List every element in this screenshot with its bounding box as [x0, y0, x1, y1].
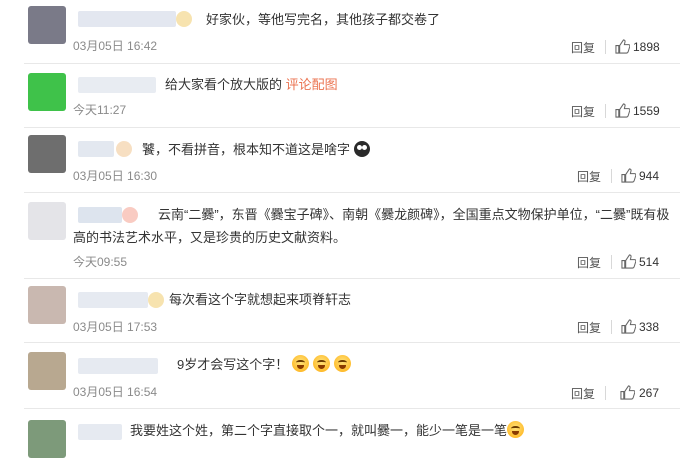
like-count: 514: [639, 255, 660, 269]
reply-button[interactable]: 回复: [577, 254, 601, 271]
laugh-cry-emoji-icon: [312, 355, 330, 372]
like-icon[interactable]: [621, 168, 636, 183]
comment-text: 9岁才会写这个字！: [177, 353, 355, 377]
avatar[interactable]: [28, 286, 66, 324]
avatar[interactable]: [28, 420, 66, 458]
comment-text-main: 9岁才会写这个字！: [177, 357, 289, 372]
laugh-cry-emoji-icon: [291, 355, 309, 372]
avatar[interactable]: [28, 352, 66, 390]
divider: [24, 278, 680, 279]
like-count: 267: [639, 386, 660, 400]
comment-text-line2: 高的书法艺术水平，又是珍贵的历史文献资料。: [73, 230, 347, 245]
comment-time: 03月05日 16:30: [73, 169, 158, 183]
comment-time: 今天11:27: [73, 103, 127, 117]
like-count: 1898: [633, 40, 660, 54]
like-count: 1559: [633, 104, 660, 118]
comment-text: 给大家看个放大版的 评论配图: [165, 73, 338, 97]
username[interactable]: [78, 424, 122, 440]
reply-button[interactable]: 回复: [577, 319, 601, 336]
comment-time: 今天09:55: [73, 255, 128, 269]
username[interactable]: [78, 141, 114, 157]
divider: [24, 192, 680, 193]
comment-time: 03月05日 17:53: [73, 320, 158, 334]
like-icon[interactable]: [615, 39, 630, 54]
username[interactable]: [78, 207, 122, 223]
avatar[interactable]: [28, 202, 66, 240]
avatar[interactable]: [28, 135, 66, 173]
like-icon[interactable]: [615, 103, 630, 118]
like-count: 338: [639, 320, 660, 334]
comment-text: 云南“二爨”，东晋《爨宝子碑》、南朝《爨龙颜碑》，全国重点文物保护单位，“二爨”…: [158, 207, 670, 222]
like-icon[interactable]: [621, 254, 636, 269]
divider: [24, 342, 680, 343]
comment-text: 好家伙，等他写完名，其他孩子都交卷了: [206, 12, 441, 27]
action-divider: [605, 386, 606, 400]
member-badge-icon: [116, 141, 132, 157]
comment-text-main: 我要姓这个姓，第二个字直接取个一，就叫爨一，能少一笔是一笔: [130, 423, 508, 438]
like-count: 944: [639, 169, 660, 183]
divider: [24, 63, 680, 64]
action-divider: [605, 40, 606, 54]
action-divider: [605, 104, 606, 118]
username[interactable]: [78, 11, 176, 27]
username[interactable]: [78, 77, 156, 93]
action-divider: [611, 255, 612, 269]
reply-button[interactable]: 回复: [571, 385, 595, 402]
comment-time: 03月05日 16:42: [73, 39, 158, 53]
member-badge-icon: [148, 292, 164, 308]
comment-text-main: 给大家看个放大版的: [165, 77, 283, 92]
comment-text-main: 饕，不看拼音，根本知不道这是啥字: [142, 142, 351, 157]
comment-text: 每次看这个字就想起来项脊轩志: [169, 292, 352, 307]
username[interactable]: [78, 292, 148, 308]
member-badge-icon: [176, 11, 192, 27]
comment-time: 03月05日 16:54: [73, 385, 158, 399]
comment-image-link[interactable]: 评论配图: [286, 77, 338, 92]
like-icon[interactable]: [620, 385, 635, 400]
like-icon[interactable]: [621, 319, 636, 334]
divider: [24, 408, 680, 409]
comment-text: 饕，不看拼音，根本知不道这是啥字: [142, 138, 370, 162]
divider: [24, 127, 680, 128]
action-divider: [611, 169, 612, 183]
laugh-cry-emoji-icon: [333, 355, 351, 372]
reply-button[interactable]: 回复: [571, 39, 595, 56]
username[interactable]: [78, 358, 158, 374]
reply-button[interactable]: 回复: [571, 103, 595, 120]
member-badge-icon: [122, 207, 138, 223]
laugh-cry-emoji-icon: [507, 421, 525, 438]
action-divider: [611, 320, 612, 334]
reply-button[interactable]: 回复: [577, 168, 601, 185]
comment-text: 我要姓这个姓，第二个字直接取个一，就叫爨一，能少一笔是一笔: [130, 419, 528, 443]
avatar[interactable]: [28, 6, 66, 44]
avatar[interactable]: [28, 73, 66, 111]
shocked-emoji-icon: [353, 141, 370, 157]
